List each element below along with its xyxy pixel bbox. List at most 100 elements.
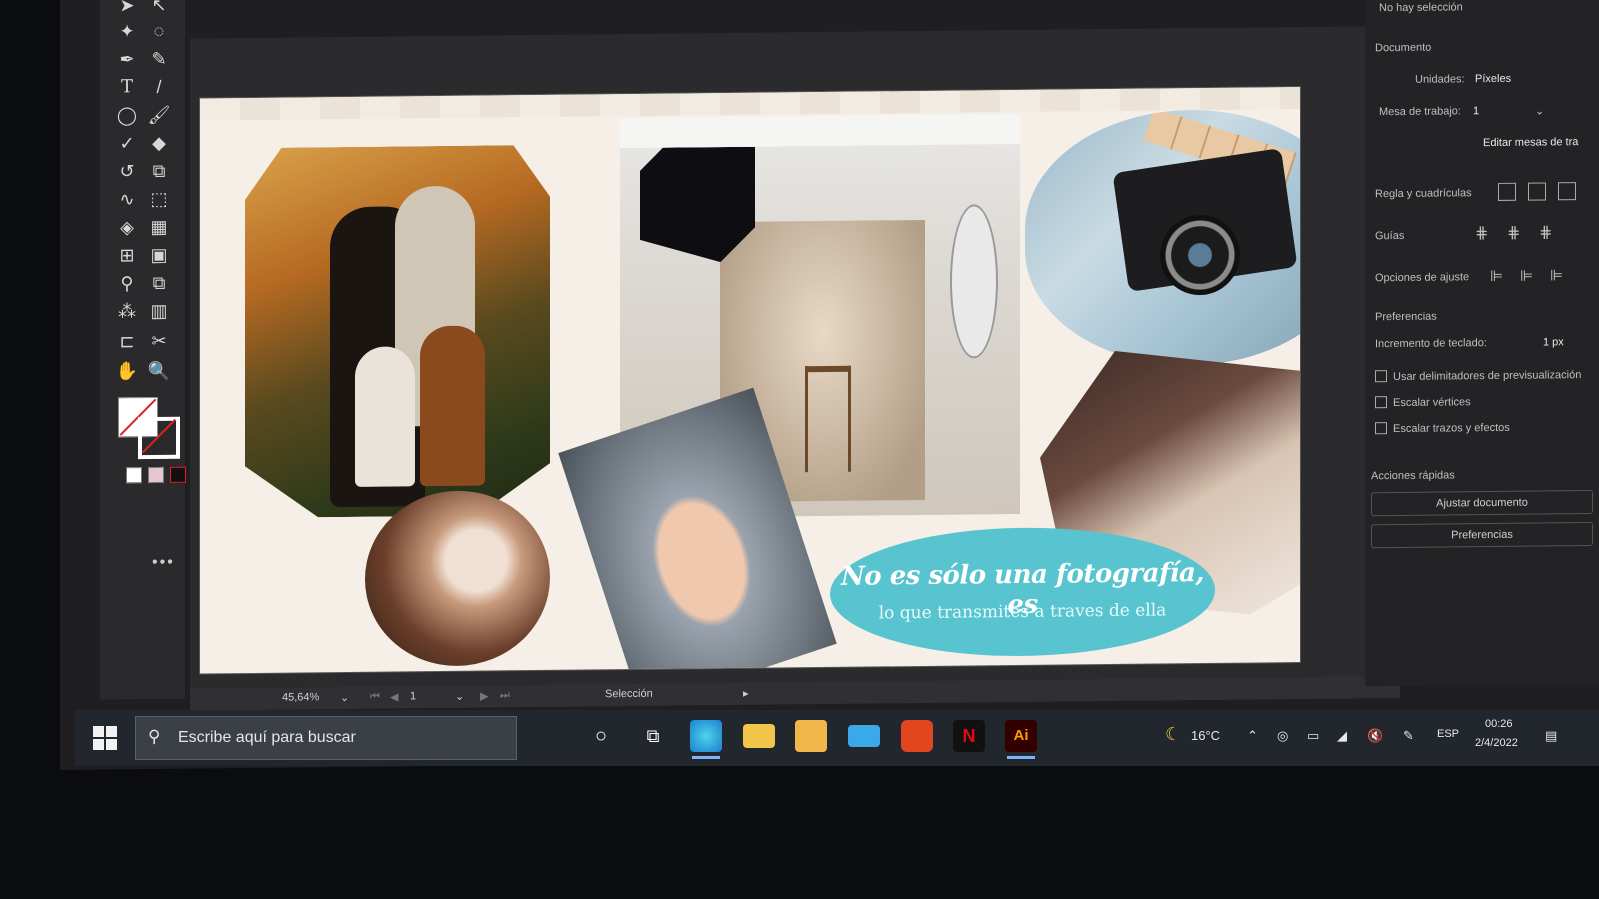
last-artboard-icon[interactable]: ⏭	[500, 689, 510, 702]
scale-tool-icon[interactable]: ⧉	[146, 159, 172, 183]
show-guides-icon[interactable]: ⋕	[1475, 223, 1488, 243]
task-view-icon[interactable]: ⧉	[637, 720, 669, 752]
slice-tool-icon[interactable]: ✂	[146, 329, 172, 353]
curvature-tool-icon[interactable]: ✎	[146, 47, 172, 71]
document-section-title: Documento	[1375, 41, 1432, 55]
scale-corners-checkbox[interactable]: Escalar vértices	[1375, 395, 1471, 409]
family-photo[interactable]	[245, 145, 550, 518]
volume-muted-icon[interactable]: 🔇	[1367, 728, 1383, 744]
hand-tool-icon[interactable]: ✋	[114, 359, 140, 383]
snap-pixel-icon[interactable]: ⊫	[1520, 267, 1533, 285]
battery-icon[interactable]: ▭	[1307, 728, 1319, 744]
units-value[interactable]: Píxeles	[1475, 73, 1511, 85]
snap-glyph-icon[interactable]: ⊫	[1550, 266, 1563, 284]
warp-tool-icon[interactable]: ∿	[114, 187, 140, 211]
status-arrow-icon[interactable]: ▸	[743, 687, 749, 700]
paintbrush-tool-icon[interactable]: 🖌	[146, 103, 172, 127]
office-icon[interactable]	[901, 720, 933, 752]
symbol-sprayer-tool-icon[interactable]: ⁂	[114, 299, 140, 323]
blend-tool-icon[interactable]: ⧉	[146, 271, 172, 295]
lasso-tool-icon[interactable]: ◌	[146, 19, 172, 43]
eraser-tool-icon[interactable]: ◆	[146, 131, 172, 155]
keyboard-increment-label: Incremento de teclado:	[1375, 337, 1487, 351]
eyedropper-tool-icon[interactable]: ⚲	[114, 271, 140, 295]
stroke-color-swatch[interactable]	[138, 416, 180, 460]
zoom-dropdown-icon[interactable]: ⌄	[340, 691, 349, 704]
free-transform-tool-icon[interactable]: ⬚	[146, 187, 172, 211]
artboard-dropdown-icon[interactable]: ⌄	[455, 690, 464, 703]
meet-now-icon[interactable]: ◎	[1277, 728, 1288, 744]
zoom-tool-icon[interactable]: 🔍	[146, 359, 172, 383]
weather-temp[interactable]: 16°C	[1191, 728, 1220, 743]
lock-guides-icon[interactable]: ⋕	[1507, 223, 1520, 243]
quick-actions-title: Acciones rápidas	[1371, 469, 1455, 483]
taskbar-search-box[interactable]: ⚲ Escribe aquí para buscar	[135, 716, 517, 760]
clock-date[interactable]: 2/4/2022	[1475, 737, 1518, 749]
line-tool-icon[interactable]: /	[146, 75, 172, 99]
gradient-tool-icon[interactable]: ▣	[146, 243, 172, 267]
pen-workspace-icon[interactable]: ✎	[1403, 728, 1414, 744]
ellipse-tool-icon[interactable]: ◯	[114, 103, 140, 127]
windows-start-icon[interactable]	[93, 726, 117, 750]
quote-bubble[interactable]: No es sólo una fotografía, es lo que tra…	[830, 525, 1215, 658]
clock-time[interactable]: 00:26	[1485, 718, 1513, 730]
current-tool-label: Selección	[605, 687, 653, 701]
fit-document-button[interactable]: Ajustar documento	[1371, 489, 1593, 517]
screen: ➤ ↖ ✦ ◌ ✒ ✎ T / ◯ 🖌 ✓ ◆ ↺ ⧉ ∿ ⬚ ◈ ▦ ⊞ ▣ …	[60, 0, 1599, 770]
color-mode-swatch[interactable]	[126, 467, 142, 484]
keyboard-increment-input[interactable]: 1 px	[1543, 336, 1564, 348]
use-preview-bounds-checkbox[interactable]: Usar delimitadores de previsualización	[1375, 368, 1581, 383]
edit-artboards-button[interactable]: Editar mesas de tra	[1483, 136, 1578, 149]
weather-moon-icon[interactable]: ☾	[1165, 724, 1181, 745]
shape-builder-tool-icon[interactable]: ◈	[114, 215, 140, 239]
snap-point-icon[interactable]: ⊫	[1490, 267, 1503, 285]
artboard-select[interactable]: 1	[1473, 105, 1479, 117]
gradient-mode-swatch[interactable]	[148, 466, 164, 484]
zoom-level[interactable]: 45,64%	[282, 691, 319, 703]
artboard-label: Mesa de trabajo:	[1379, 105, 1461, 119]
wifi-icon[interactable]: ◢	[1337, 728, 1347, 744]
language-indicator[interactable]: ESP	[1437, 728, 1459, 740]
grid-icon[interactable]	[1520, 182, 1546, 201]
selection-tool-icon[interactable]: ➤	[114, 0, 140, 17]
type-tool-icon[interactable]: T	[114, 75, 140, 99]
show-hidden-icons-icon[interactable]: ⌃	[1247, 728, 1258, 744]
microsoft-store-icon[interactable]	[795, 720, 827, 752]
column-graph-tool-icon[interactable]: ▥	[146, 299, 172, 323]
perspective-grid-tool-icon[interactable]: ▦	[146, 215, 172, 239]
preferences-button[interactable]: Preferencias	[1371, 521, 1593, 549]
mail-icon[interactable]	[848, 725, 880, 747]
rulers-icon[interactable]	[1490, 182, 1516, 201]
artboard-chevron-down-icon[interactable]: ⌄	[1535, 104, 1544, 117]
rotate-tool-icon[interactable]: ↺	[114, 159, 140, 183]
file-explorer-icon[interactable]	[743, 724, 775, 748]
tools-panel: ➤ ↖ ✦ ◌ ✒ ✎ T / ◯ 🖌 ✓ ◆ ↺ ⧉ ∿ ⬚ ◈ ▦ ⊞ ▣ …	[100, 0, 185, 700]
direct-selection-tool-icon[interactable]: ↖	[146, 0, 172, 17]
windows-taskbar: ⚲ Escribe aquí para buscar ○ ⧉ N Ai ☾ 16…	[75, 710, 1599, 766]
artboard-number[interactable]: 1	[410, 690, 416, 702]
scale-strokes-checkbox[interactable]: Escalar trazos y efectos	[1375, 421, 1510, 435]
none-mode-swatch[interactable]	[170, 466, 186, 483]
artboard[interactable]: No es sólo una fotografía, es lo que tra…	[200, 87, 1300, 674]
next-artboard-icon[interactable]: ▶	[480, 690, 488, 703]
cortana-icon[interactable]: ○	[585, 720, 617, 752]
travel-camera-photo[interactable]	[1025, 108, 1300, 367]
first-artboard-icon[interactable]: ⏮	[370, 691, 380, 704]
preferences-section-title: Preferencias	[1375, 310, 1437, 324]
smart-guides-icon[interactable]: ⋕	[1539, 222, 1552, 242]
quote-line-2: lo que transmites a traves de ella	[878, 600, 1167, 624]
shaper-tool-icon[interactable]: ✓	[114, 131, 140, 155]
illustrator-icon[interactable]: Ai	[1005, 720, 1037, 752]
transparency-grid-icon[interactable]	[1550, 182, 1576, 201]
couple-photo[interactable]	[365, 489, 550, 667]
scale-corners-label: Escalar vértices	[1393, 396, 1471, 410]
artboard-tool-icon[interactable]: ⊏	[114, 329, 140, 353]
edge-icon[interactable]	[690, 720, 722, 752]
netflix-icon[interactable]: N	[953, 720, 985, 752]
edit-toolbar-icon[interactable]: •••	[152, 554, 175, 572]
pen-tool-icon[interactable]: ✒	[114, 47, 140, 71]
notifications-icon[interactable]: ▤	[1545, 728, 1557, 744]
magic-wand-tool-icon[interactable]: ✦	[114, 19, 140, 43]
mesh-tool-icon[interactable]: ⊞	[114, 243, 140, 267]
prev-artboard-icon[interactable]: ◀	[390, 690, 398, 703]
